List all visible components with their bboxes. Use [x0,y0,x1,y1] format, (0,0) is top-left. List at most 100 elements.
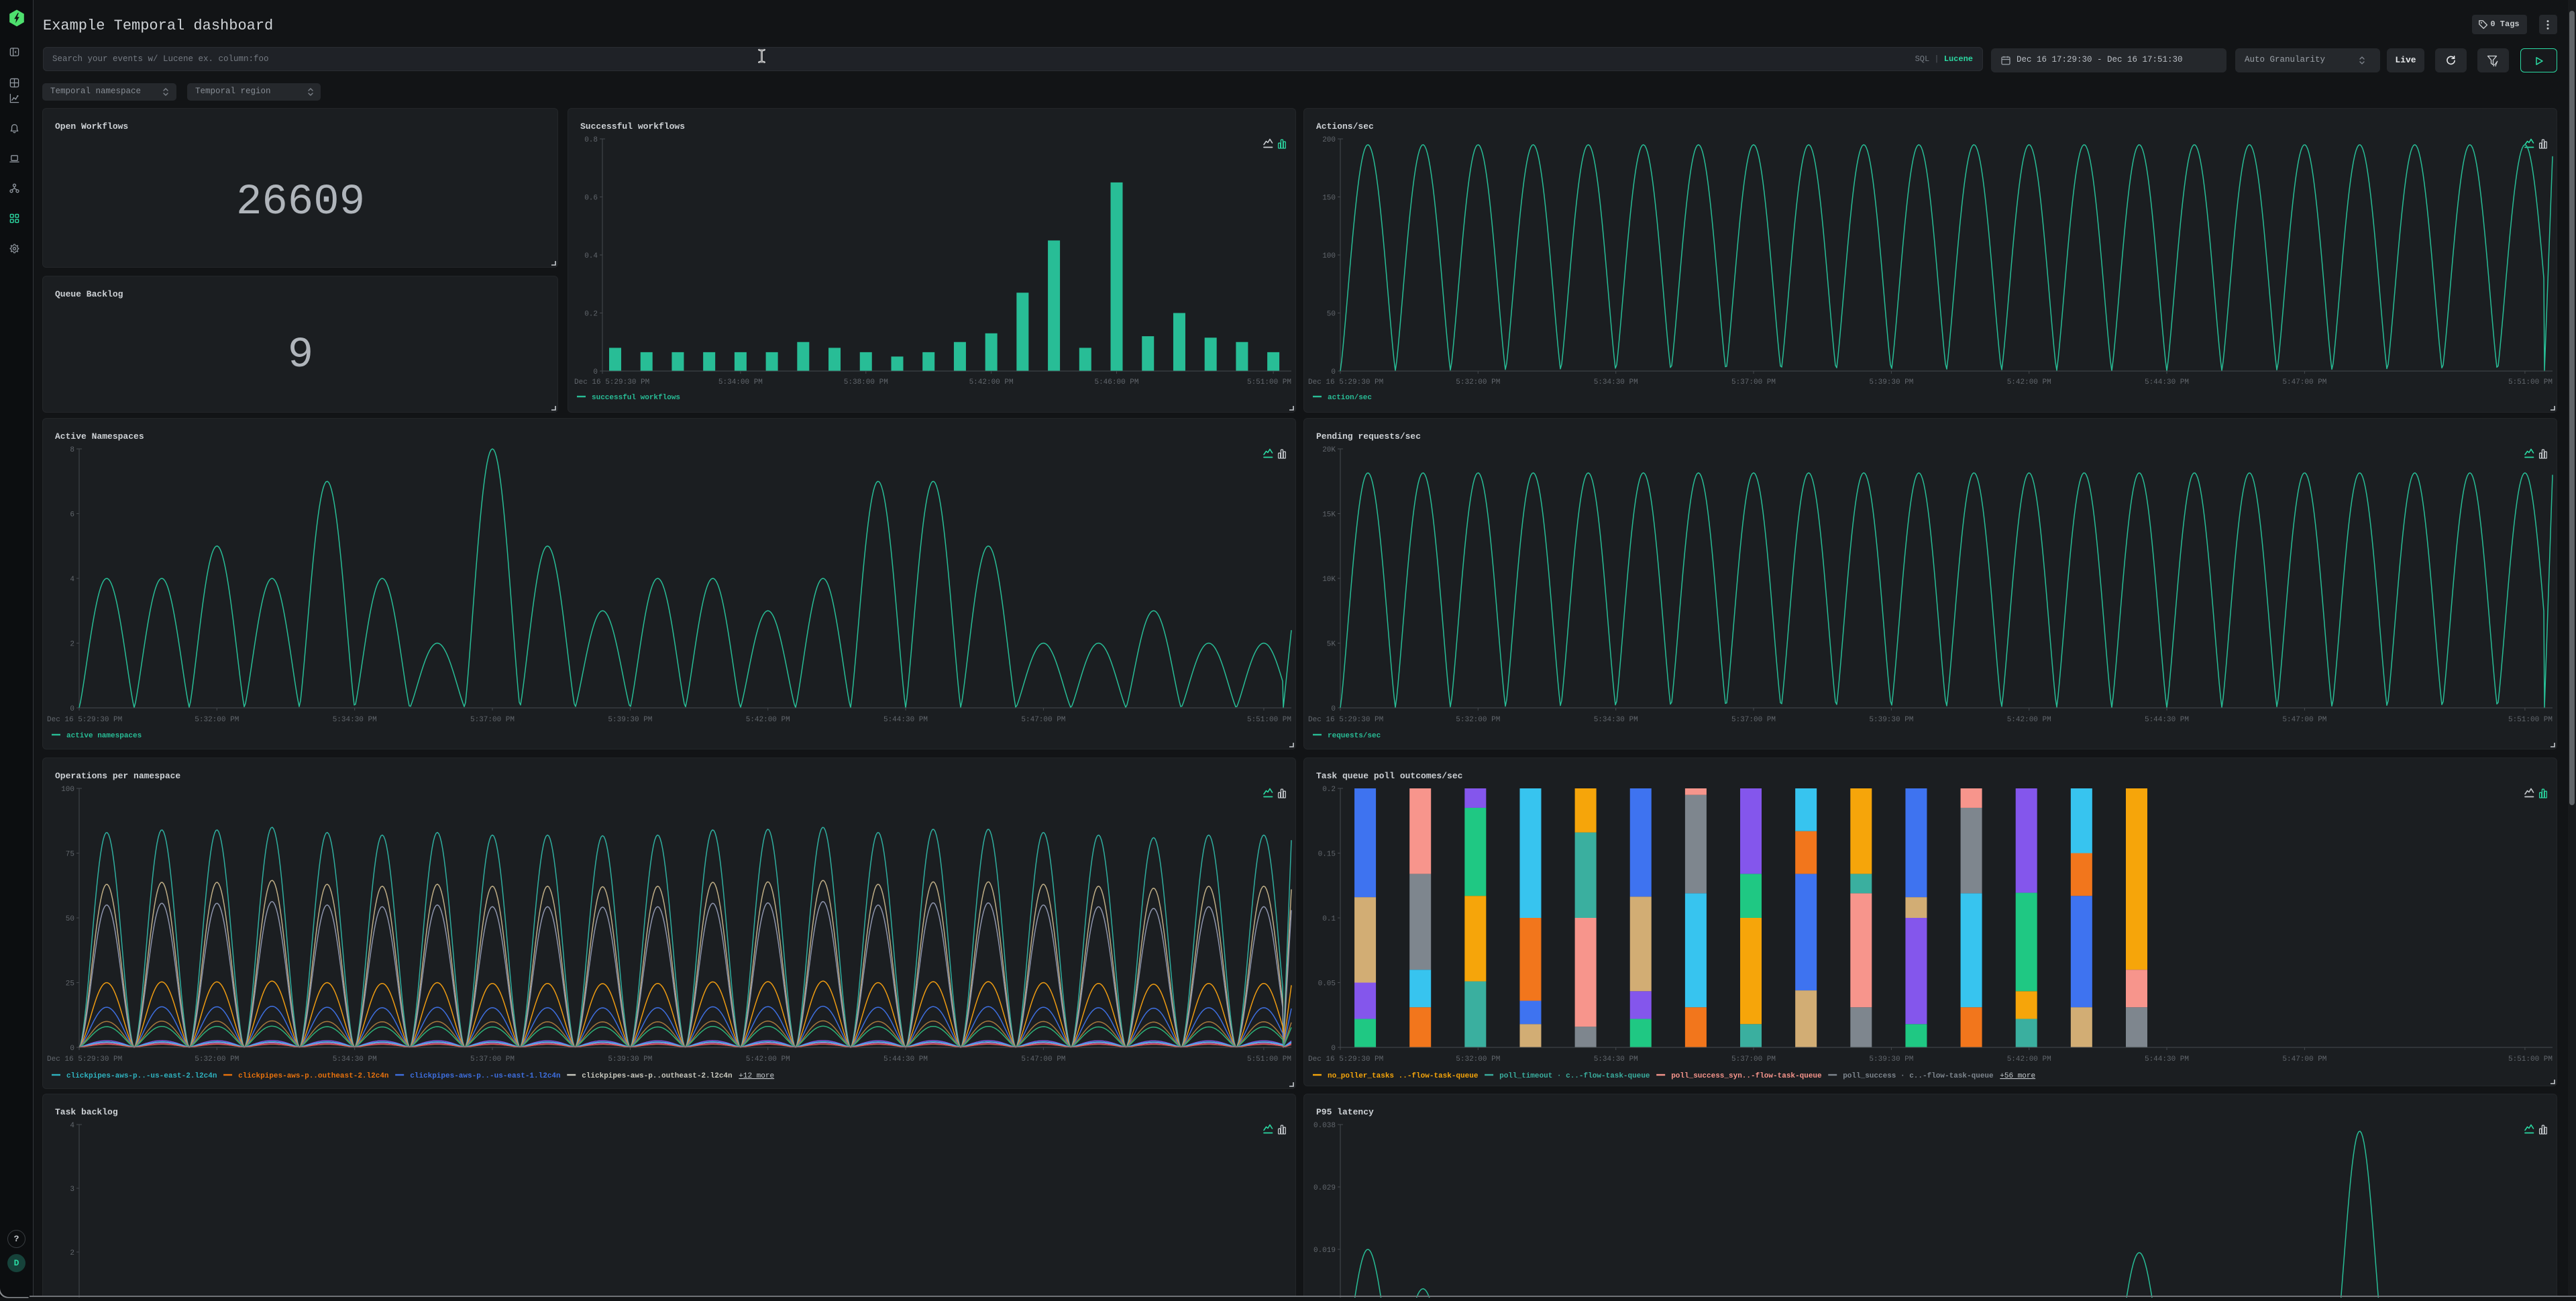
svg-text:Task backlog: Task backlog [55,1107,118,1117]
svg-text:action/sec: action/sec [1328,394,1372,402]
svg-text:Operations per namespace: Operations per namespace [55,771,180,781]
svg-text:5:44:30 PM: 5:44:30 PM [2145,378,2189,386]
svg-text:0.2: 0.2 [1322,786,1336,794]
svg-text:+56 more: +56 more [2000,1072,2035,1080]
svg-text:0.4: 0.4 [584,252,598,260]
svg-text:4: 4 [70,576,74,584]
svg-text:Dec 16 5:29:30 PM: Dec 16 5:29:30 PM [1308,716,1383,724]
svg-text:0: 0 [1331,705,1336,713]
svg-text:5:51:00 PM: 5:51:00 PM [1247,378,1291,386]
svg-text:5:38:00 PM: 5:38:00 PM [844,378,888,386]
svg-text:5:34:30 PM: 5:34:30 PM [333,1055,377,1063]
svg-text:5:39:30 PM: 5:39:30 PM [1869,1055,1913,1063]
svg-text:5:51:00 PM: 5:51:00 PM [1247,716,1291,724]
svg-text:200: 200 [1322,136,1336,144]
svg-text:clickpipes-aws-p..-us-east-1.l: clickpipes-aws-p..-us-east-1.l2c4n [410,1072,560,1080]
svg-text:3: 3 [70,1186,74,1194]
svg-text:Dec 16 5:29:30 PM: Dec 16 5:29:30 PM [47,716,122,724]
svg-text:5:44:30 PM: 5:44:30 PM [2145,1055,2189,1063]
svg-text:0.2: 0.2 [584,311,598,319]
svg-text:2: 2 [70,1249,74,1257]
svg-text:0.038: 0.038 [1313,1122,1336,1130]
svg-text:5:34:30 PM: 5:34:30 PM [1594,1055,1638,1063]
svg-text:5:47:00 PM: 5:47:00 PM [2282,716,2326,724]
svg-text:clickpipes-aws-p..outheast-2.l: clickpipes-aws-p..outheast-2.l2c4n [238,1072,388,1080]
svg-text:no_poller_tasks ..-flow-task-q: no_poller_tasks ..-flow-task-queue [1328,1072,1479,1080]
svg-text:Dec 16 5:29:30 PM: Dec 16 5:29:30 PM [47,1055,122,1063]
svg-text:100: 100 [1322,252,1336,260]
svg-text:0.019: 0.019 [1313,1247,1336,1255]
svg-text:poll_success_syn..-flow-task-q: poll_success_syn..-flow-task-queue [1671,1072,1822,1080]
svg-text:0.1: 0.1 [1322,915,1336,923]
svg-text:50: 50 [66,915,74,923]
svg-text:Active Namespaces: Active Namespaces [55,431,144,441]
svg-text:2: 2 [70,641,74,649]
svg-text:8: 8 [70,446,74,454]
svg-text:P95 latency: P95 latency [1316,1107,1374,1117]
svg-text:5:39:30 PM: 5:39:30 PM [608,716,652,724]
svg-text:clickpipes-aws-p..-us-east-2.l: clickpipes-aws-p..-us-east-2.l2c4n [66,1072,217,1080]
svg-text:75: 75 [66,851,74,859]
svg-text:5:32:00 PM: 5:32:00 PM [1456,378,1500,386]
svg-text:0.6: 0.6 [584,195,598,203]
svg-text:Pending requests/sec: Pending requests/sec [1316,431,1421,441]
svg-text:+12 more: +12 more [739,1072,774,1080]
svg-text:6: 6 [70,511,74,519]
svg-text:5:34:30 PM: 5:34:30 PM [1594,716,1638,724]
svg-text:5:39:30 PM: 5:39:30 PM [1869,716,1913,724]
svg-text:Dec 16 5:29:30 PM: Dec 16 5:29:30 PM [1308,1055,1383,1063]
svg-text:5:37:00 PM: 5:37:00 PM [470,1055,515,1063]
svg-text:0.05: 0.05 [1318,980,1336,988]
svg-text:requests/sec: requests/sec [1328,732,1381,740]
svg-text:5:42:00 PM: 5:42:00 PM [2007,1055,2051,1063]
svg-text:5:32:00 PM: 5:32:00 PM [195,716,239,724]
svg-text:15K: 15K [1322,511,1336,519]
svg-text:25: 25 [66,980,74,988]
svg-text:5:44:30 PM: 5:44:30 PM [883,1055,928,1063]
svg-text:5:34:30 PM: 5:34:30 PM [1594,378,1638,386]
svg-text:5:39:30 PM: 5:39:30 PM [1869,378,1913,386]
svg-text:5:32:00 PM: 5:32:00 PM [1456,1055,1500,1063]
svg-text:5:39:30 PM: 5:39:30 PM [608,1055,652,1063]
svg-text:5:42:00 PM: 5:42:00 PM [746,1055,790,1063]
svg-text:5:42:00 PM: 5:42:00 PM [2007,378,2051,386]
svg-text:Task queue poll outcomes/sec: Task queue poll outcomes/sec [1316,771,1463,781]
svg-text:5:47:00 PM: 5:47:00 PM [1021,1055,1065,1063]
svg-text:5:47:00 PM: 5:47:00 PM [1021,716,1065,724]
svg-text:0: 0 [593,368,598,376]
svg-text:5:34:30 PM: 5:34:30 PM [333,716,377,724]
svg-text:5K: 5K [1327,641,1336,649]
svg-text:successful workflows: successful workflows [592,394,680,402]
svg-text:Queue Backlog: Queue Backlog [55,289,123,299]
svg-text:0: 0 [1331,368,1336,376]
svg-text:0.8: 0.8 [584,136,598,144]
svg-text:5:42:00 PM: 5:42:00 PM [2007,716,2051,724]
svg-text:active namespaces: active namespaces [66,732,142,740]
svg-text:5:37:00 PM: 5:37:00 PM [1731,378,1776,386]
svg-text:9: 9 [288,331,313,380]
svg-text:Open Workflows: Open Workflows [55,121,128,132]
svg-text:5:42:00 PM: 5:42:00 PM [746,716,790,724]
svg-text:5:37:00 PM: 5:37:00 PM [1731,1055,1776,1063]
svg-text:poll_success · c..-flow-task-q: poll_success · c..-flow-task-queue [1843,1072,1994,1080]
svg-text:5:51:00 PM: 5:51:00 PM [1247,1055,1291,1063]
svg-text:5:51:00 PM: 5:51:00 PM [2508,1055,2553,1063]
svg-text:0.029: 0.029 [1313,1184,1336,1192]
svg-text:Dec 16 5:29:30 PM: Dec 16 5:29:30 PM [1308,378,1383,386]
svg-text:20K: 20K [1322,446,1336,454]
svg-text:0.15: 0.15 [1318,851,1336,859]
svg-text:5:44:30 PM: 5:44:30 PM [2145,716,2189,724]
svg-text:150: 150 [1322,195,1336,203]
svg-text:0: 0 [70,705,74,713]
svg-text:5:42:00 PM: 5:42:00 PM [969,378,1014,386]
svg-text:5:47:00 PM: 5:47:00 PM [2282,1055,2326,1063]
svg-text:5:47:00 PM: 5:47:00 PM [2282,378,2326,386]
svg-text:5:51:00 PM: 5:51:00 PM [2508,716,2553,724]
svg-text:Dec 16 5:29:30 PM: Dec 16 5:29:30 PM [574,378,649,386]
svg-text:Successful workflows: Successful workflows [580,121,685,132]
svg-text:clickpipes-aws-p..outheast-2.l: clickpipes-aws-p..outheast-2.l2c4n [582,1072,732,1080]
svg-text:5:32:00 PM: 5:32:00 PM [195,1055,239,1063]
svg-text:0: 0 [70,1045,74,1053]
svg-text:5:37:00 PM: 5:37:00 PM [470,716,515,724]
svg-text:10K: 10K [1322,576,1336,584]
